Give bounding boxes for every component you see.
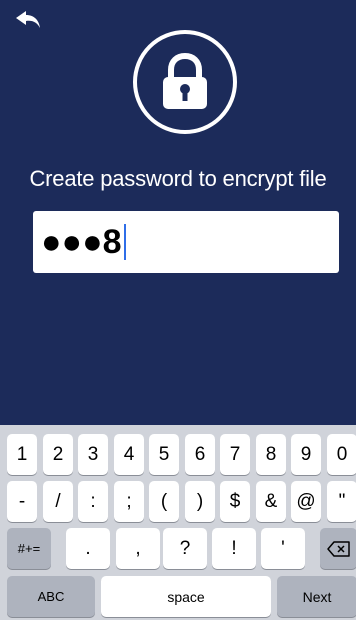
key-3[interactable]: 3 (78, 434, 108, 475)
key-4[interactable]: 4 (114, 434, 144, 475)
key-more-symbols[interactable]: #+= (7, 528, 51, 569)
key-9[interactable]: 9 (291, 434, 321, 475)
key-comma[interactable]: , (116, 528, 160, 569)
key-slash[interactable]: / (43, 481, 73, 522)
key-6[interactable]: 6 (185, 434, 215, 475)
password-prompt: Create password to encrypt file (29, 166, 327, 191)
key-hyphen[interactable]: - (7, 481, 37, 522)
password-field[interactable]: ●●●8 (33, 211, 339, 273)
key-question[interactable]: ? (163, 528, 207, 569)
key-7[interactable]: 7 (220, 434, 250, 475)
key-open-paren[interactable]: ( (149, 481, 179, 522)
key-8[interactable]: 8 (256, 434, 286, 475)
keyboard: 1 2 3 4 5 6 7 8 9 0 - / : ; ( ) $ & @ " … (0, 425, 356, 620)
delete-key[interactable] (320, 528, 356, 569)
back-button[interactable] (10, 6, 46, 34)
key-abc[interactable]: ABC (7, 576, 95, 617)
key-5[interactable]: 5 (149, 434, 179, 475)
next-key[interactable]: Next (277, 576, 356, 617)
key-ampersand[interactable]: & (256, 481, 286, 522)
back-arrow-icon (16, 11, 40, 28)
text-caret (123, 224, 126, 260)
screen: Create password to encrypt file ●●●8 1 2… (0, 0, 356, 620)
key-apostrophe[interactable]: ' (261, 528, 305, 569)
lock-icon (163, 53, 207, 109)
backspace-icon (326, 540, 350, 557)
key-period[interactable]: . (66, 528, 110, 569)
key-quote[interactable]: " (327, 481, 356, 522)
key-dollar[interactable]: $ (220, 481, 250, 522)
password-value: ●●●8 (41, 222, 122, 261)
key-at[interactable]: @ (291, 481, 321, 522)
space-key[interactable]: space (101, 576, 271, 617)
encrypt-password-panel: Create password to encrypt file ●●●8 (0, 0, 356, 425)
key-colon[interactable]: : (78, 481, 108, 522)
key-0[interactable]: 0 (327, 434, 356, 475)
key-semicolon[interactable]: ; (114, 481, 144, 522)
key-2[interactable]: 2 (43, 434, 73, 475)
lock-badge (133, 30, 237, 134)
key-exclamation[interactable]: ! (212, 528, 256, 569)
key-1[interactable]: 1 (7, 434, 37, 475)
key-close-paren[interactable]: ) (185, 481, 215, 522)
